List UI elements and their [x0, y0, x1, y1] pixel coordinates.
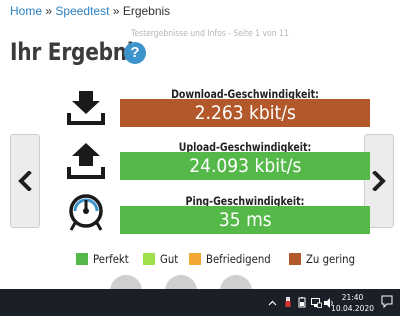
download-icon	[67, 91, 105, 125]
upload-icon	[67, 143, 105, 179]
network-icon	[310, 297, 322, 308]
page-info-text: Testergebnisse und Infos - Seite 1 von 1…	[131, 29, 289, 39]
legend-item-zu-gering: Zu gering	[288, 252, 362, 266]
breadcrumb-speedtest-link[interactable]: Speedtest	[55, 4, 109, 18]
usb-tray-button[interactable]	[282, 289, 294, 316]
upload-value: 24.093 kbit/s	[188, 155, 302, 177]
legend-swatch	[76, 253, 88, 265]
legend-item-perfekt: Perfekt	[76, 252, 134, 266]
legend-swatch	[288, 253, 301, 265]
legend-label: Befriedigend	[206, 252, 272, 266]
breadcrumb-separator: »	[45, 4, 53, 18]
legend-item-befriedigend: Befriedigend	[189, 252, 279, 266]
taskbar: 21:40 10.04.2020	[0, 289, 400, 316]
chevron-left-icon	[18, 171, 32, 191]
breadcrumb-current: Ergebnis	[122, 4, 171, 18]
upload-value-bar: 24.093 kbit/s	[120, 152, 370, 180]
legend-label: Gut	[159, 252, 178, 266]
ping-value-bar: 35 ms	[120, 206, 370, 234]
rating-legend: Perfekt Gut Befriedigend Zu gering	[76, 252, 371, 266]
legend-swatch	[189, 253, 202, 265]
download-value: 2.263 kbit/s	[194, 102, 296, 124]
breadcrumb-separator: »	[112, 4, 120, 18]
battery-tray-button[interactable]	[296, 289, 308, 316]
legend-label: Perfekt	[93, 252, 129, 266]
breadcrumb: Home » Speedtest » Ergebnis	[10, 4, 170, 18]
network-tray-button[interactable]	[310, 289, 322, 316]
legend-swatch	[142, 253, 155, 265]
ping-gauge-icon	[69, 194, 103, 231]
previous-page-button[interactable]	[10, 134, 40, 228]
battery-icon	[298, 297, 306, 308]
legend-item-gut: Gut	[142, 252, 181, 266]
clock-date: 10.04.2020	[331, 304, 374, 313]
chevron-right-icon	[372, 171, 386, 191]
chevron-up-icon	[268, 300, 276, 305]
breadcrumb-home-link[interactable]: Home	[10, 4, 42, 18]
download-value-bar: 2.263 kbit/s	[120, 99, 370, 127]
clock-time: 21:40	[341, 293, 364, 302]
legend-label: Zu gering	[305, 252, 355, 266]
help-icon[interactable]: ?	[124, 42, 146, 64]
usb-icon	[285, 297, 291, 307]
ping-value: 35 ms	[218, 209, 272, 231]
show-hidden-icons-button[interactable]	[266, 289, 278, 316]
taskbar-clock[interactable]: 21:40 10.04.2020	[331, 292, 374, 314]
notification-icon[interactable]	[381, 295, 393, 308]
